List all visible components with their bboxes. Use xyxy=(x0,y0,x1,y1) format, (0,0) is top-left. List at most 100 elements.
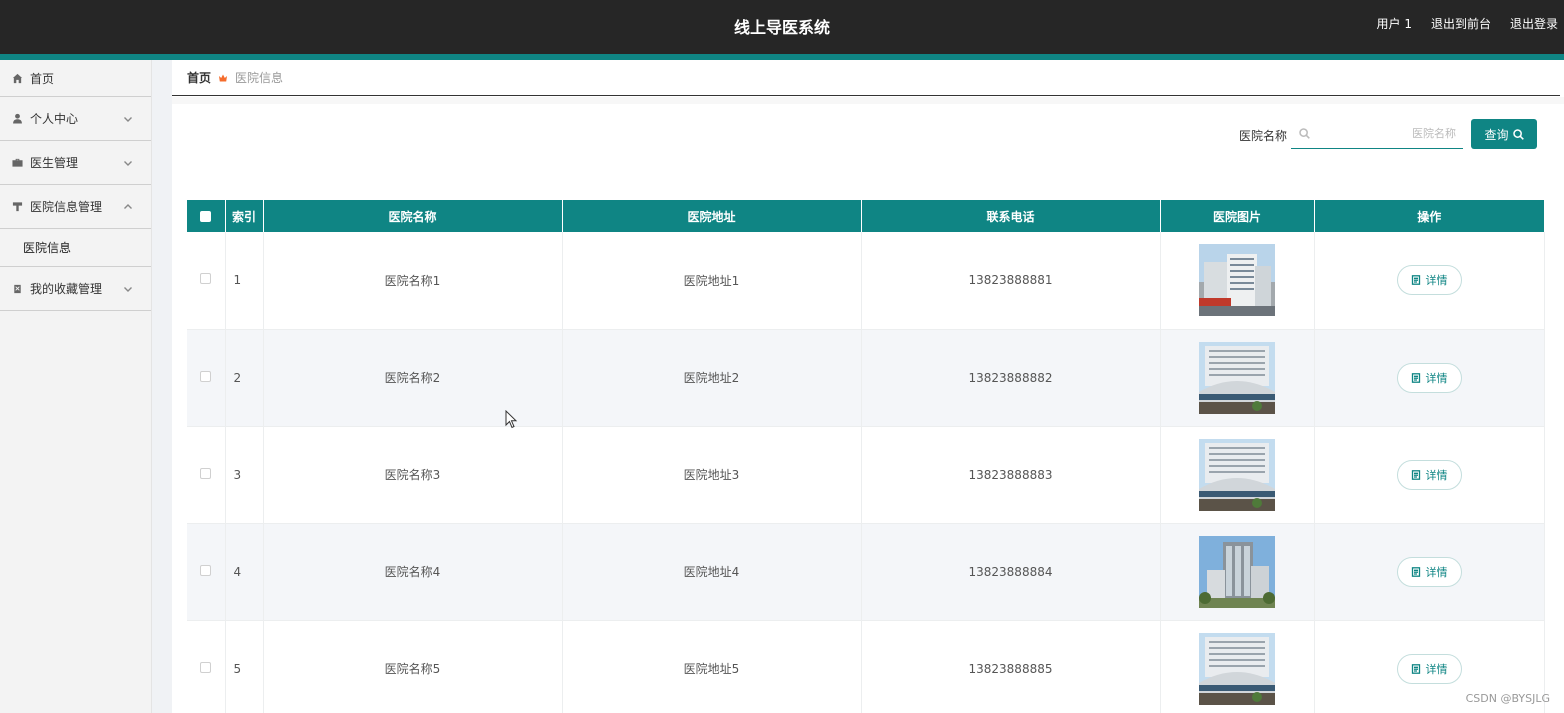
top-bar: 线上导医系统 用户 1 退出到前台 退出登录 xyxy=(0,0,1564,54)
sidebar-item-hospital-info-management[interactable]: 医院信息管理 xyxy=(0,185,151,229)
main-content: 首页 医院信息 医院名称 查询 索引 医院名称 医院地址 联系电话 医院图片 xyxy=(172,60,1564,713)
breadcrumb-home[interactable]: 首页 xyxy=(187,69,211,86)
sidebar-item-label: 医院信息管理 xyxy=(30,200,103,214)
chevron-down-icon xyxy=(123,113,135,125)
row-checkbox[interactable] xyxy=(200,564,212,576)
cell-address: 医院地址5 xyxy=(562,620,862,713)
table-row: 2 医院名称2 医院地址2 13823888882 详情 xyxy=(187,329,1545,427)
cell-phone: 13823888882 xyxy=(861,329,1161,427)
sidebar-item-favorites-management[interactable]: 我的收藏管理 xyxy=(0,267,151,311)
user-icon xyxy=(11,113,23,125)
sidebar-item-label: 我的收藏管理 xyxy=(30,282,103,296)
cell-index: 5 xyxy=(225,620,264,713)
cell-name: 医院名称4 xyxy=(263,523,563,621)
query-button-label: 查询 xyxy=(1484,127,1509,142)
cell-index: 2 xyxy=(225,329,264,427)
query-button[interactable]: 查询 xyxy=(1471,119,1537,149)
hospital-photo[interactable] xyxy=(1199,438,1275,511)
cell-name: 医院名称5 xyxy=(263,620,563,713)
current-user-link[interactable]: 用户 1 xyxy=(1377,15,1412,32)
row-checkbox[interactable] xyxy=(200,370,212,382)
search-icon xyxy=(1299,128,1310,139)
column-header-phone: 联系电话 xyxy=(861,200,1161,232)
column-header-address: 医院地址 xyxy=(562,200,862,232)
cell-phone: 13823888883 xyxy=(861,426,1161,524)
stamp-icon xyxy=(11,201,23,213)
select-all-header xyxy=(187,200,226,232)
crown-separator-icon xyxy=(218,73,228,83)
search-icon xyxy=(1512,128,1524,140)
panel-divider xyxy=(172,97,1564,104)
document-icon xyxy=(1411,469,1420,480)
cell-phone: 13823888884 xyxy=(861,523,1161,621)
cell-address: 医院地址3 xyxy=(562,426,862,524)
briefcase-icon xyxy=(11,157,23,169)
document-icon xyxy=(1411,372,1420,383)
search-input[interactable] xyxy=(1318,127,1458,140)
hospital-photo[interactable] xyxy=(1199,244,1275,317)
breadcrumb-current: 医院信息 xyxy=(235,71,284,85)
sidebar-item-home[interactable]: 首页 xyxy=(0,60,151,97)
detail-button[interactable]: 详情 xyxy=(1396,653,1462,684)
table-header-row: 索引 医院名称 医院地址 联系电话 医院图片 操作 xyxy=(187,200,1544,232)
clipboard-icon xyxy=(11,283,23,295)
table-row: 4 医院名称4 医院地址4 13823888884 详情 xyxy=(187,523,1545,621)
detail-button-label: 详情 xyxy=(1425,371,1448,385)
hospital-photo[interactable] xyxy=(1199,632,1275,705)
chevron-up-icon xyxy=(123,201,135,213)
watermark: CSDN @BYSJLG xyxy=(1465,692,1550,705)
select-all-checkbox[interactable] xyxy=(200,211,212,222)
cell-name: 医院名称3 xyxy=(263,426,563,524)
table-row: 1 医院名称1 医院地址1 13823888881 详情 xyxy=(187,232,1545,330)
sidebar-item-label: 个人中心 xyxy=(30,112,79,126)
sidebar-item-doctor-management[interactable]: 医生管理 xyxy=(0,141,151,185)
detail-button[interactable]: 详情 xyxy=(1396,265,1462,296)
cell-address: 医院地址1 xyxy=(562,232,862,330)
top-links: 用户 1 退出到前台 退出登录 xyxy=(1377,15,1558,32)
chevron-down-icon xyxy=(123,157,135,169)
column-header-name: 医院名称 xyxy=(263,200,563,232)
mouse-cursor-icon xyxy=(505,410,518,429)
detail-button-label: 详情 xyxy=(1425,274,1448,288)
breadcrumb: 首页 医院信息 xyxy=(172,60,1560,96)
cell-phone: 13823888881 xyxy=(861,232,1161,330)
row-checkbox[interactable] xyxy=(200,467,212,479)
detail-button-label: 详情 xyxy=(1425,662,1448,676)
row-checkbox[interactable] xyxy=(200,661,212,673)
column-header-image: 医院图片 xyxy=(1160,200,1315,232)
app-title: 线上导医系统 xyxy=(733,18,830,37)
hospital-photo[interactable] xyxy=(1199,535,1275,608)
sidebar-subitem-label: 医院信息 xyxy=(23,241,72,255)
chevron-down-icon xyxy=(123,283,135,295)
cell-index: 3 xyxy=(225,426,264,524)
cell-address: 医院地址4 xyxy=(562,523,862,621)
sidebar-item-personal-center[interactable]: 个人中心 xyxy=(0,97,151,141)
document-icon xyxy=(1411,566,1420,577)
logout-link[interactable]: 退出登录 xyxy=(1510,15,1558,32)
document-icon xyxy=(1411,275,1420,286)
cell-address: 医院地址2 xyxy=(562,329,862,427)
sidebar-subitem-hospital-info[interactable]: 医院信息 xyxy=(0,229,151,267)
sidebar-item-label: 医生管理 xyxy=(30,156,79,170)
search-field xyxy=(1291,119,1463,149)
detail-button[interactable]: 详情 xyxy=(1396,459,1462,490)
sidebar: 首页 个人中心 医生管理 医院信息管理 医院信息 我的收藏管理 xyxy=(0,60,152,713)
hospital-photo[interactable] xyxy=(1199,341,1275,414)
cell-name: 医院名称1 xyxy=(263,232,563,330)
document-icon xyxy=(1411,663,1420,674)
table-row: 5 医院名称5 医院地址5 13823888885 详情 xyxy=(187,620,1545,713)
detail-button-label: 详情 xyxy=(1425,565,1448,579)
column-header-index: 索引 xyxy=(225,200,264,232)
detail-button-label: 详情 xyxy=(1425,468,1448,482)
search-label: 医院名称 xyxy=(1239,129,1288,143)
cell-index: 4 xyxy=(225,523,264,621)
cell-phone: 13823888885 xyxy=(861,620,1161,713)
detail-button[interactable]: 详情 xyxy=(1396,362,1462,393)
row-checkbox[interactable] xyxy=(200,273,212,285)
column-header-actions: 操作 xyxy=(1314,200,1544,232)
cell-index: 1 xyxy=(225,232,264,330)
exit-to-frontend-link[interactable]: 退出到前台 xyxy=(1431,15,1491,32)
sidebar-item-label: 首页 xyxy=(30,71,55,86)
detail-button[interactable]: 详情 xyxy=(1396,556,1462,587)
table-row: 3 医院名称3 医院地址3 13823888883 详情 xyxy=(187,426,1545,524)
